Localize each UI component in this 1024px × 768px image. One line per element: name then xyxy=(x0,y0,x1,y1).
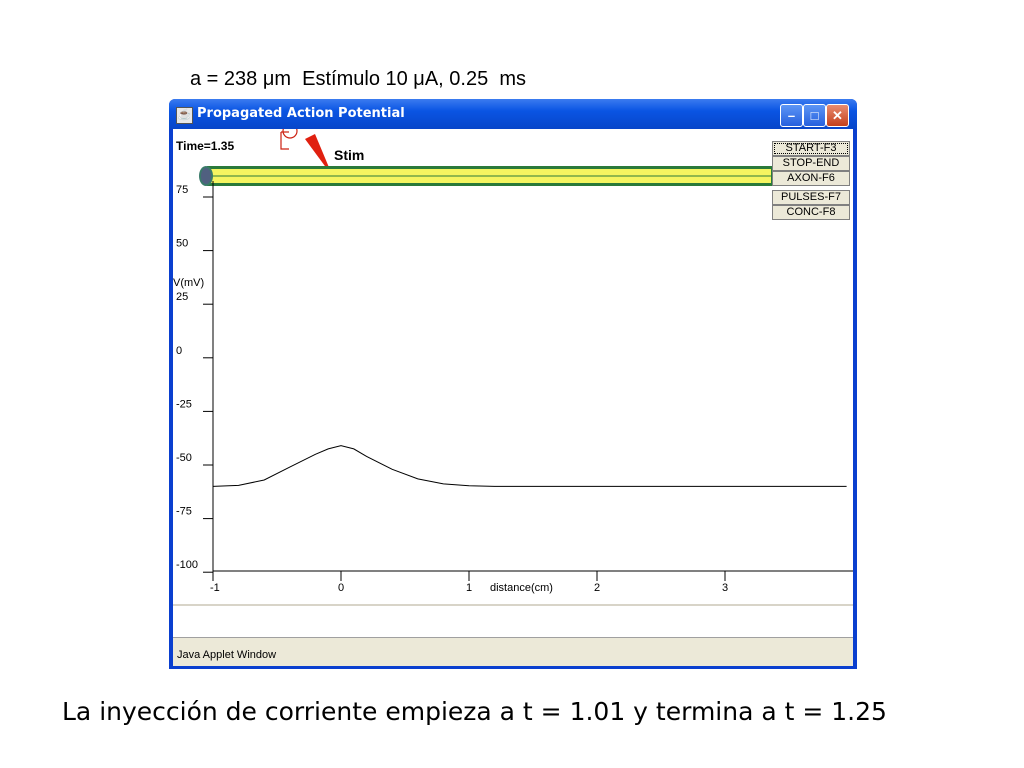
x-tick-label: 3 xyxy=(722,582,728,594)
y-tick-label: -100 xyxy=(176,559,198,571)
y-tick-label: -75 xyxy=(176,506,192,518)
maximize-icon: □ xyxy=(810,108,819,123)
axon-bar xyxy=(199,166,773,186)
axon-button[interactable]: AXON-F6 xyxy=(772,171,850,186)
membrane-potential-line xyxy=(212,445,847,487)
applet-canvas[interactable]: 75 50 25 0 -25 -50 -75 -100 -1 0 1 2 3 V(mV) distan… xyxy=(173,129,853,604)
minimize-button[interactable]: – xyxy=(780,104,803,127)
x-tick-label: 1 xyxy=(466,582,472,594)
electrode-icon xyxy=(280,129,298,150)
status-bar: Java Applet Window xyxy=(173,637,853,666)
y-tick-label: 0 xyxy=(176,345,182,357)
y-tick-label: 50 xyxy=(176,238,188,250)
close-button[interactable]: ✕ xyxy=(826,104,849,127)
y-tick-label: -50 xyxy=(176,452,192,464)
bottom-caption: La inyección de corriente empieza a t = … xyxy=(62,697,887,726)
java-cup-icon: ☕ xyxy=(176,107,193,124)
y-axis-label: V(mV) xyxy=(173,277,204,289)
maximize-button[interactable]: □ xyxy=(803,104,826,127)
close-icon: ✕ xyxy=(832,108,843,123)
x-axis-label: distance(cm) xyxy=(490,582,553,594)
stim-label: Stim xyxy=(334,147,365,163)
stop-button[interactable]: STOP-END xyxy=(772,156,850,171)
minimize-icon: – xyxy=(787,108,796,123)
window-title: Propagated Action Potential xyxy=(197,106,405,121)
time-readout: Time=1.35 xyxy=(176,139,235,153)
start-button[interactable]: START-F3 xyxy=(772,141,850,156)
applet-window: ☕ Propagated Action Potential – □ ✕ 75 5… xyxy=(169,99,857,669)
y-tick-label: 25 xyxy=(176,291,188,303)
potential-plot: 75 50 25 0 -25 -50 -75 -100 -1 0 1 2 3 V(mV) distan… xyxy=(173,129,853,594)
y-tick-label: 75 xyxy=(176,184,188,196)
conc-button[interactable]: CONC-F8 xyxy=(772,205,850,220)
y-tick-label: -25 xyxy=(176,398,192,410)
top-caption: a = 238 μm Estímulo 10 μA, 0.25 ms xyxy=(190,68,526,90)
x-tick-label: -1 xyxy=(210,582,220,594)
status-text: Java Applet Window xyxy=(177,649,277,661)
x-tick-label: 0 xyxy=(338,582,344,594)
title-bar[interactable]: ☕ Propagated Action Potential – □ ✕ xyxy=(169,99,857,129)
pulses-button[interactable]: PULSES-F7 xyxy=(772,190,850,205)
x-tick-label: 2 xyxy=(594,582,600,594)
